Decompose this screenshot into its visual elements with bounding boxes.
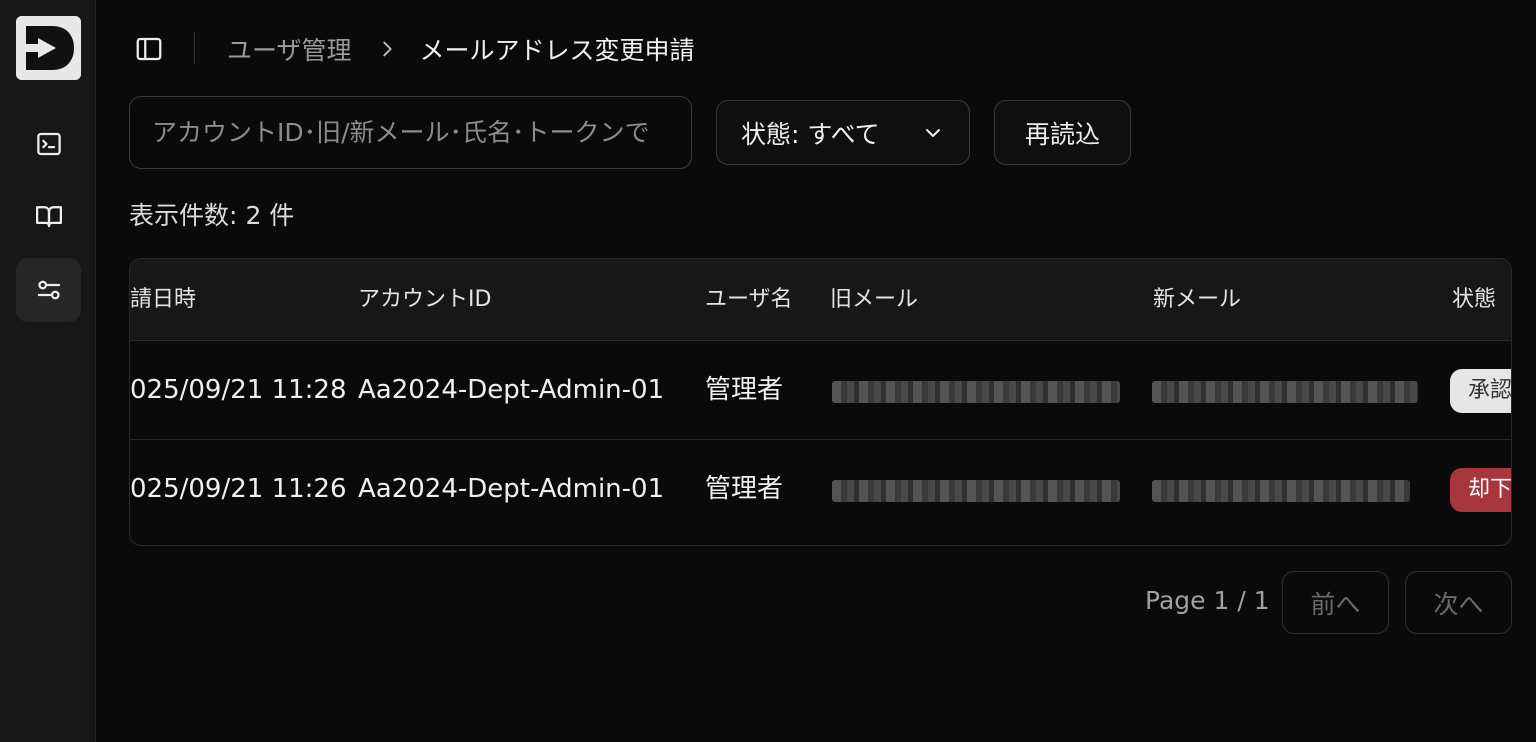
breadcrumb-user-management[interactable]: ユーザ管理 xyxy=(227,31,352,67)
sidebar xyxy=(0,0,96,742)
column-header-user-name[interactable]: ユーザ名 xyxy=(705,259,793,341)
status-filter-select[interactable]: 状態: すべて xyxy=(716,100,970,165)
cell-user-name: 管理者 xyxy=(705,474,784,504)
column-header-status[interactable]: 状態 xyxy=(1452,259,1496,341)
cell-new-email-redacted xyxy=(1152,480,1410,502)
result-count-value: 2 件 xyxy=(245,201,295,230)
column-header-account-id[interactable]: アカウントID xyxy=(358,259,491,341)
book-open-icon xyxy=(35,206,62,228)
terminal-icon xyxy=(36,132,61,156)
column-header-old-email[interactable]: 旧メール xyxy=(830,259,918,341)
sidebar-toggle-button[interactable] xyxy=(132,32,166,66)
result-count-label: 表示件数: xyxy=(129,201,238,230)
reload-button[interactable]: 再読込 xyxy=(994,100,1131,165)
table-row[interactable]: 025/09/21 11:26 Aa2024-Dept-Admin-01 管理者… xyxy=(130,440,1511,539)
requests-table: 請日時 アカウントID ユーザ名 旧メール 新メール 状態 025/09/21 … xyxy=(129,258,1512,546)
cell-old-email-redacted xyxy=(832,480,1120,502)
sidebar-item-settings[interactable] xyxy=(16,258,81,322)
sidebar-item-docs[interactable] xyxy=(16,184,81,248)
status-badge: 承認 xyxy=(1450,369,1511,413)
result-count: 表示件数: 2 件 xyxy=(129,196,294,232)
cell-account-id: Aa2024-Dept-Admin-01 xyxy=(358,375,665,405)
cell-account-id: Aa2024-Dept-Admin-01 xyxy=(358,474,665,504)
chevron-right-icon xyxy=(376,38,398,60)
header-divider xyxy=(194,32,195,64)
cell-new-email-redacted xyxy=(1152,381,1418,403)
next-page-button[interactable]: 次へ xyxy=(1405,571,1512,634)
settings-sliders-icon xyxy=(37,280,60,300)
main-content: ユーザ管理 メールアドレス変更申請 状態: すべて 再読込 表示件数: 2 件 … xyxy=(96,0,1536,742)
column-header-requested-at[interactable]: 請日時 xyxy=(130,259,196,341)
d-logo-icon[interactable] xyxy=(16,16,81,80)
status-badge: 却下 xyxy=(1450,468,1511,512)
cell-old-email-redacted xyxy=(832,381,1120,403)
table-row[interactable]: 025/09/21 11:28 Aa2024-Dept-Admin-01 管理者… xyxy=(130,341,1511,440)
column-header-new-email[interactable]: 新メール xyxy=(1153,259,1241,341)
cell-requested-at: 025/09/21 11:28 xyxy=(130,375,347,405)
page-header: ユーザ管理 メールアドレス変更申請 xyxy=(96,0,1536,96)
page-title: メールアドレス変更申請 xyxy=(419,36,695,65)
table-header: 請日時 アカウントID ユーザ名 旧メール 新メール 状態 xyxy=(130,259,1511,341)
chevron-down-icon xyxy=(926,128,940,137)
cell-requested-at: 025/09/21 11:26 xyxy=(130,474,347,504)
sidebar-item-terminal[interactable] xyxy=(16,112,81,176)
search-input[interactable] xyxy=(129,96,692,169)
cell-user-name: 管理者 xyxy=(705,375,784,405)
prev-page-button[interactable]: 前へ xyxy=(1282,571,1389,634)
breadcrumb: ユーザ管理 メールアドレス変更申請 xyxy=(227,29,695,69)
app: ユーザ管理 メールアドレス変更申請 状態: すべて 再読込 表示件数: 2 件 … xyxy=(0,0,1536,742)
page-indicator: Page 1 / 1 xyxy=(1145,586,1270,615)
sidebar-toggle-icon xyxy=(136,37,162,61)
status-filter-value: 状態: すべて xyxy=(741,119,880,149)
